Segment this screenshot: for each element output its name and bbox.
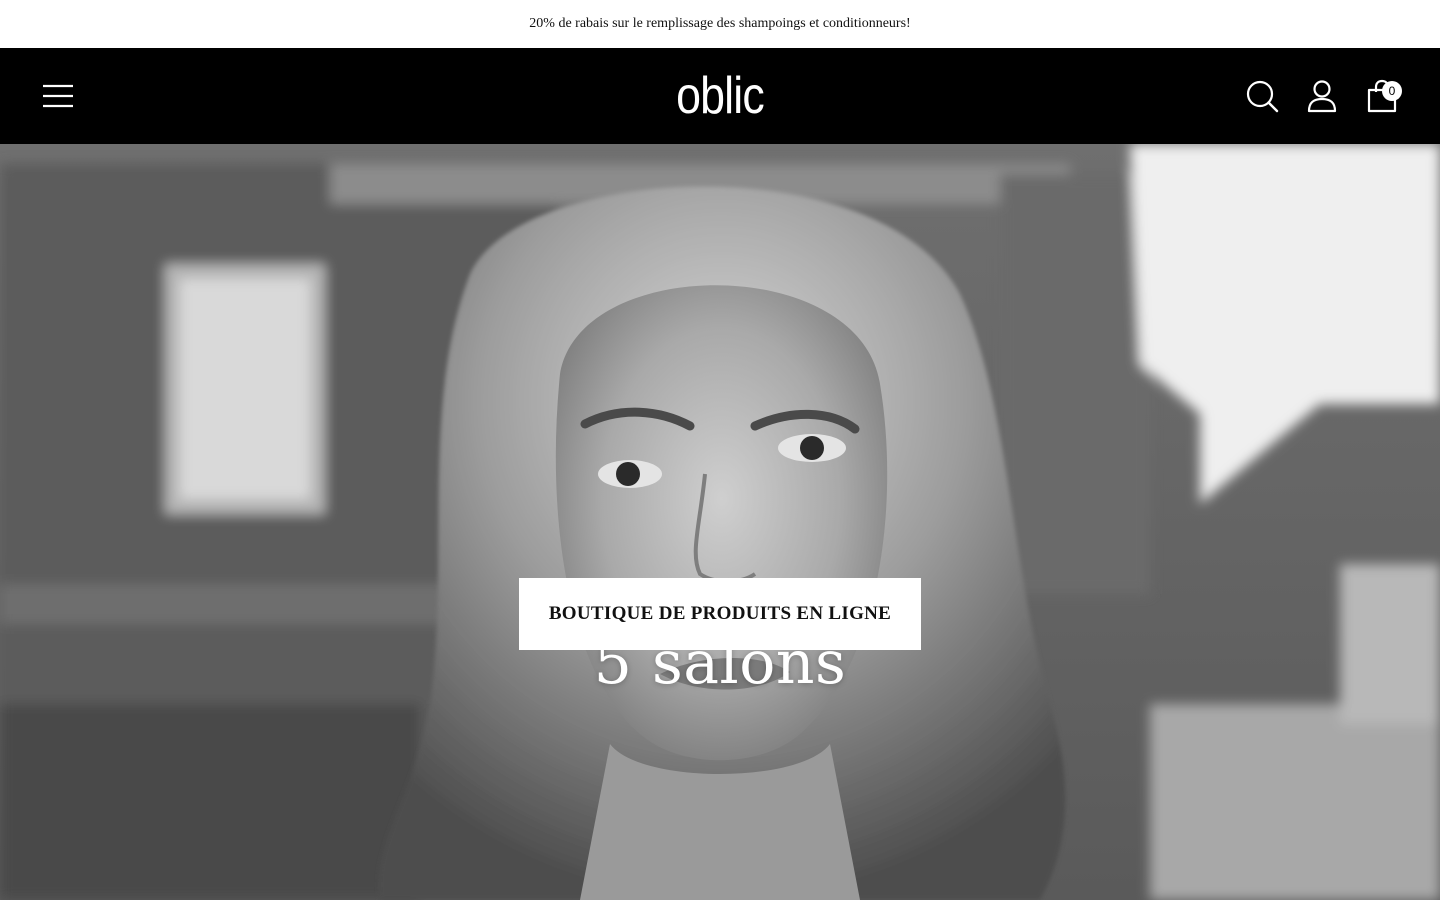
announcement-text: 20% de rabais sur le remplissage des sha… (529, 16, 911, 31)
logo-text: oblic (676, 67, 765, 125)
hero-image (0, 144, 1440, 900)
user-icon (1307, 80, 1337, 113)
hero-banner: 5 salons (0, 144, 1440, 900)
account-button[interactable] (1304, 78, 1340, 114)
search-icon (1246, 80, 1279, 113)
shop-online-label: BOUTIQUE DE PRODUITS EN LIGNE (548, 603, 892, 624)
site-header: oblic 0 (0, 48, 1440, 144)
menu-button[interactable] (40, 80, 76, 112)
cart-count-badge: 0 (1382, 81, 1402, 101)
shop-online-button[interactable]: BOUTIQUE DE PRODUITS EN LIGNE (519, 578, 921, 650)
search-button[interactable] (1244, 78, 1280, 114)
cart-count: 0 (1388, 84, 1396, 98)
hamburger-menu-icon (43, 84, 73, 108)
site-logo[interactable]: oblic (634, 62, 806, 130)
announcement-bar: 20% de rabais sur le remplissage des sha… (0, 0, 1440, 48)
